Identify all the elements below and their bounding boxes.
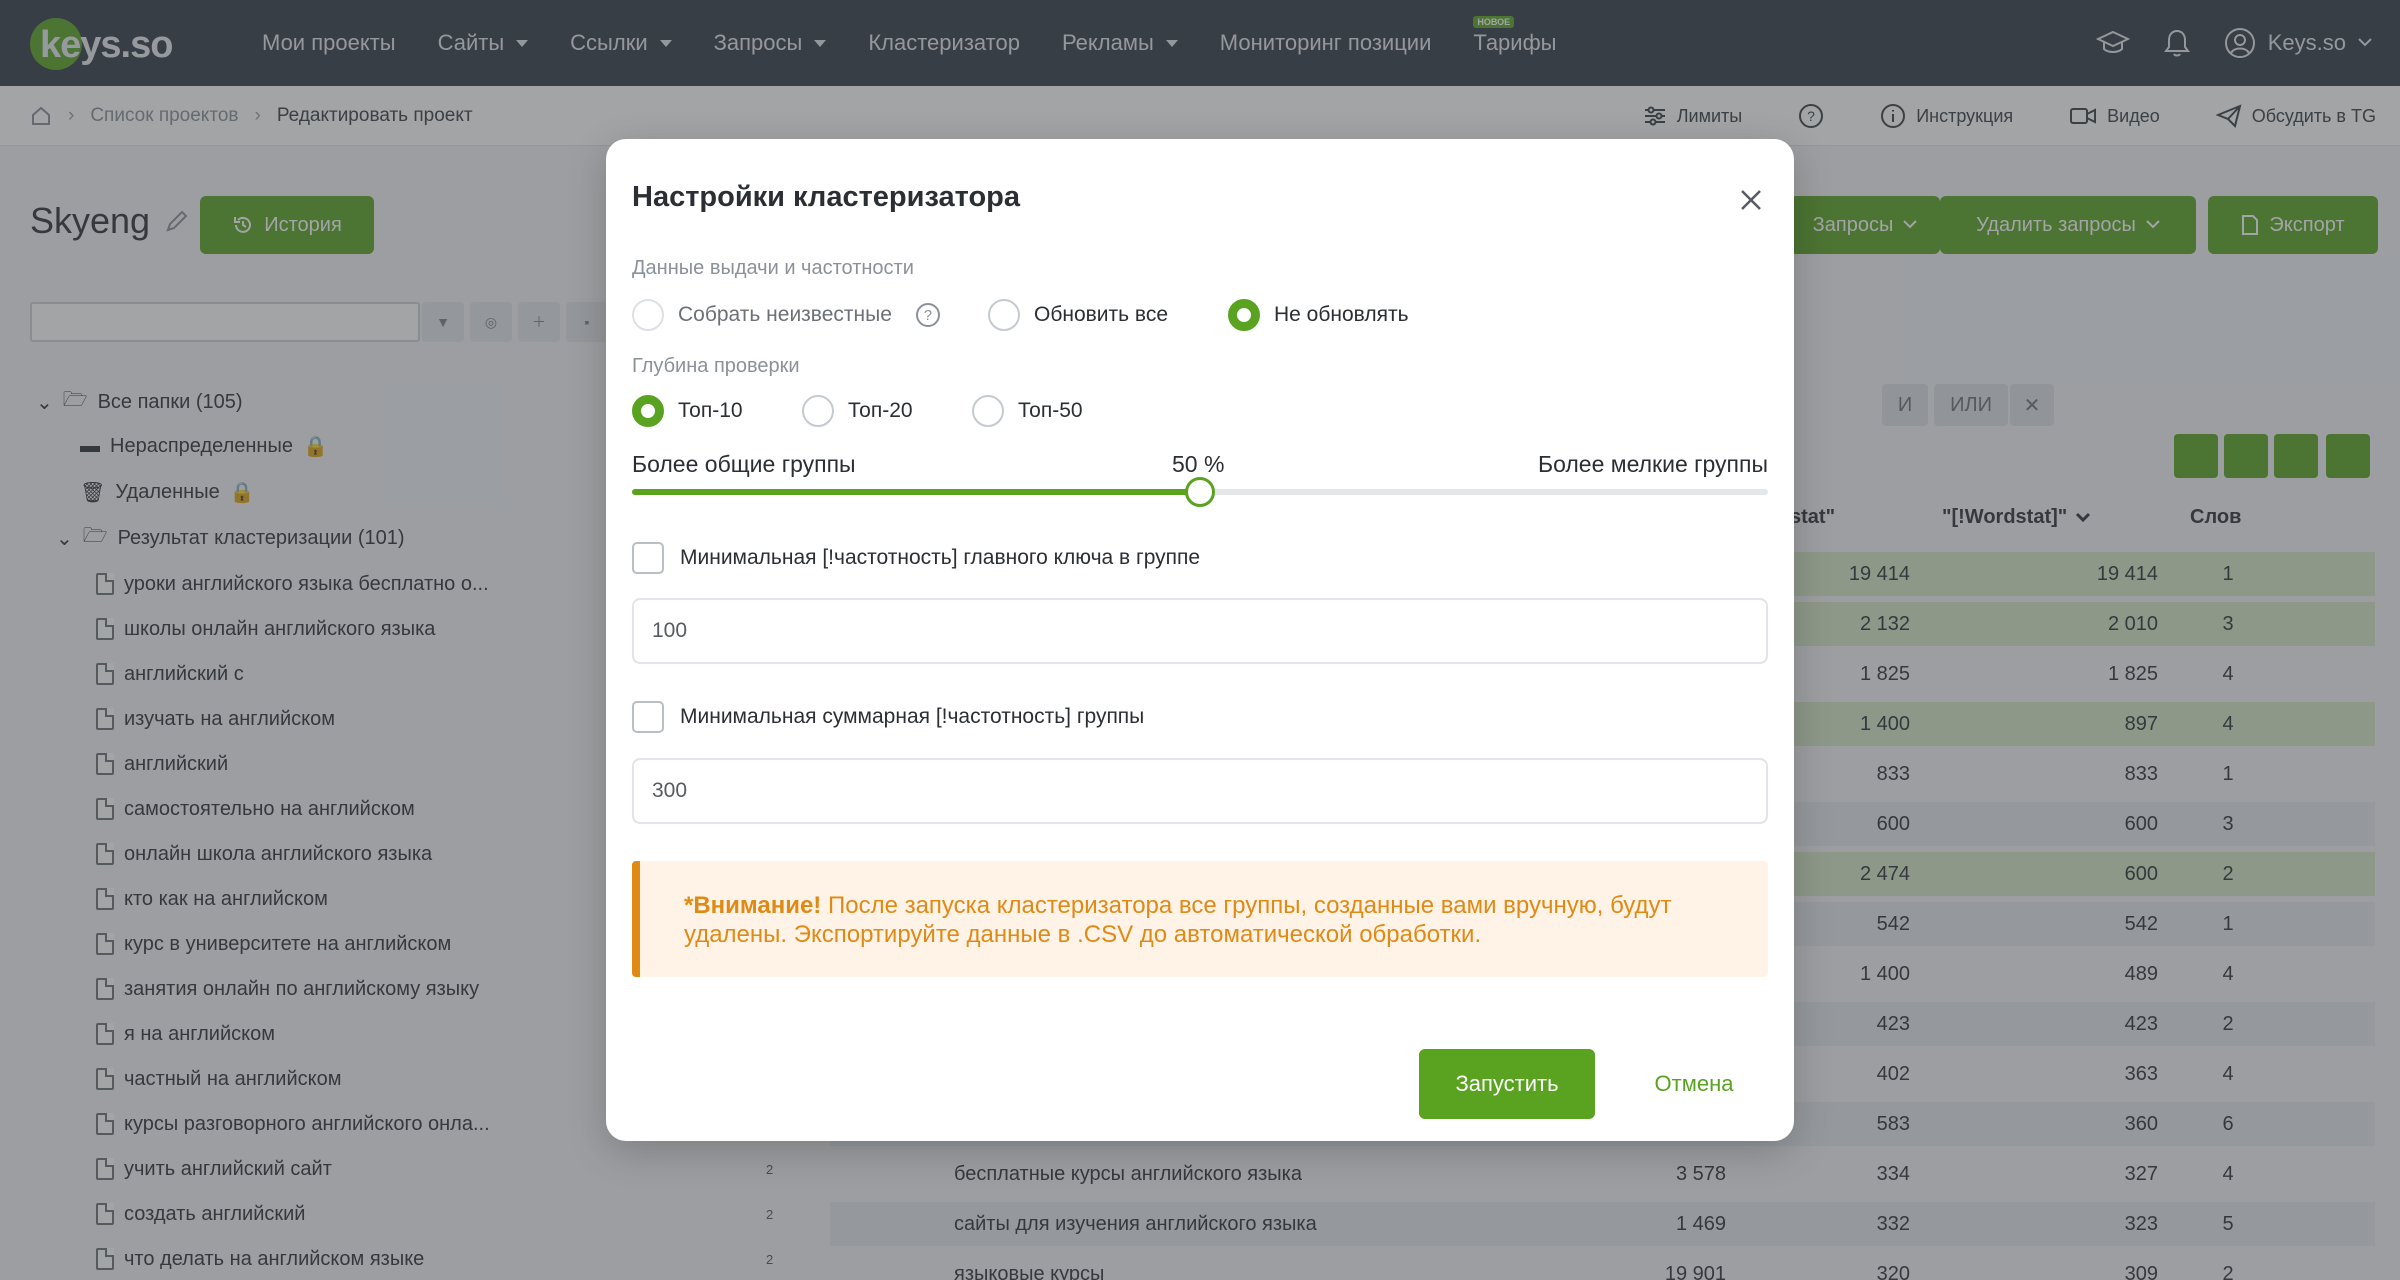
question-icon[interactable]: ? (915, 303, 940, 327)
radio-label: Не обновлять (1274, 303, 1409, 326)
radio-circle (632, 299, 664, 331)
checkbox-label: Минимальная [!частотность] главного ключ… (680, 546, 1201, 569)
min-group-total-checkbox[interactable]: Минимальная суммарная [!частотность] гру… (632, 701, 1144, 733)
radio-do-not-update[interactable]: Не обновлять (1228, 299, 1409, 331)
radio-label: Обновить все (1034, 303, 1169, 326)
min-group-total-input[interactable] (632, 758, 1768, 824)
radio-circle (802, 395, 834, 427)
radio-label: Топ-50 (1018, 399, 1083, 422)
slider-right-label: Более мелкие группы (1538, 451, 1768, 477)
radio-circle (972, 395, 1004, 427)
radio-label: Топ-20 (848, 399, 913, 422)
radio-circle (1228, 299, 1260, 331)
close-icon[interactable] (1736, 185, 1766, 215)
radio-top-50[interactable]: Топ-50 (972, 395, 1083, 427)
warning-text: После запуска кластеризатора все группы,… (684, 892, 1672, 948)
radio-circle (632, 395, 664, 427)
checkbox-label: Минимальная суммарная [!частотность] гру… (680, 705, 1145, 728)
checkbox-box (632, 701, 664, 733)
radio-collect-unknown[interactable]: Собрать неизвестные ? (632, 299, 940, 331)
modal-title: Настройки кластеризатора (632, 181, 1021, 213)
warning-strong: *Внимание! (684, 892, 822, 919)
radio-top-20[interactable]: Топ-20 (802, 395, 913, 427)
min-main-key-checkbox[interactable]: Минимальная [!частотность] главного ключ… (632, 542, 1200, 574)
depth-section-label: Глубина проверки (632, 355, 800, 377)
radio-label: Топ-10 (678, 399, 743, 422)
slider-value-label: 50 % (1172, 451, 1225, 477)
cancel-button[interactable]: Отмена (1638, 1049, 1750, 1119)
warning-alert: *Внимание! После запуска кластеризатора … (632, 861, 1768, 977)
radio-circle (988, 299, 1020, 331)
radio-label: Собрать неизвестные (678, 303, 892, 326)
min-main-key-input[interactable] (632, 598, 1768, 664)
serp-section-label: Данные выдачи и частотности (632, 257, 914, 279)
clusterizer-settings-modal: Настройки кластеризатора Данные выдачи и… (606, 139, 1794, 1141)
slider-thumb[interactable] (1185, 477, 1215, 507)
checkbox-box (632, 542, 664, 574)
radio-update-all[interactable]: Обновить все (988, 299, 1168, 331)
granularity-slider[interactable] (632, 477, 1768, 507)
slider-fill (632, 489, 1200, 495)
slider-left-label: Более общие группы (632, 451, 856, 477)
run-button[interactable]: Запустить (1419, 1049, 1595, 1119)
radio-top-10[interactable]: Топ-10 (632, 395, 743, 427)
